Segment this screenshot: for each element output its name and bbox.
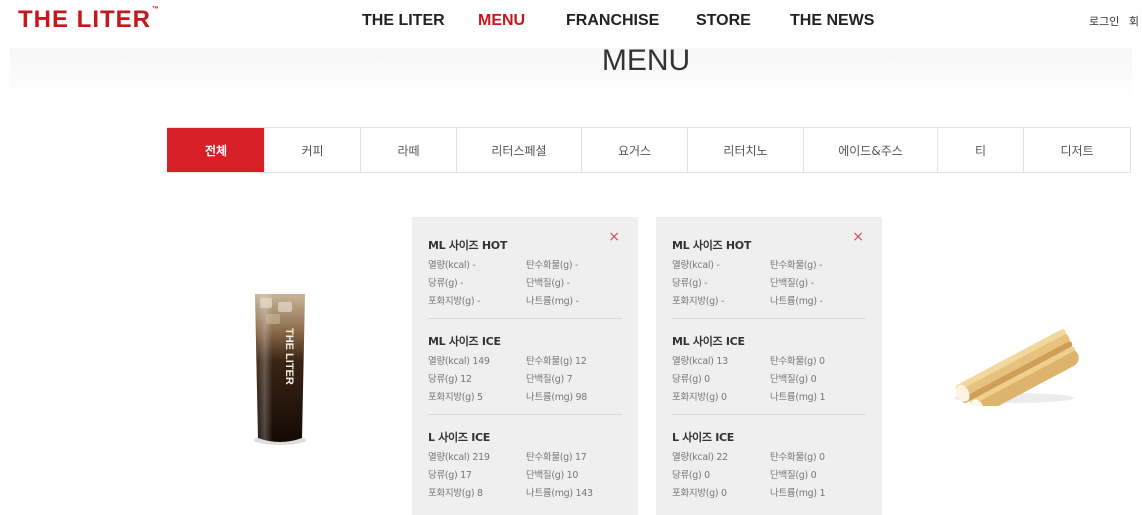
tab-tea[interactable]: 티: [937, 128, 1023, 172]
product-churro-image[interactable]: [944, 326, 1084, 415]
nutrition-section: ML 사이즈 ICE 열량(kcal) 13 탄수화물(g) 0 당류(g) 0단…: [672, 333, 866, 403]
product-iced-coffee-image[interactable]: THE LITER: [248, 288, 312, 448]
nutrition-row: 포화지방(g) 8 나트륨(mg) 143: [428, 488, 593, 499]
nutrition-row: 열량(kcal) 13 탄수화물(g) 0: [672, 356, 825, 367]
tab-liter-special[interactable]: 리터스페셜: [456, 128, 581, 172]
section-title: ML 사이즈 HOT: [672, 239, 752, 252]
nav-item-franchise[interactable]: FRANCHISE: [566, 12, 659, 30]
tab-latte[interactable]: 라떼: [360, 128, 456, 172]
tab-ade-juice[interactable]: 에이드&주스: [803, 128, 937, 172]
nutrition-section: ML 사이즈 HOT 열량(kcal) - 탄수화물(g) - 당류(g) - 단백…: [428, 237, 622, 307]
signup-link[interactable]: 회: [1129, 15, 1139, 28]
brand-logo[interactable]: THE LITER™: [18, 6, 160, 34]
nutrition-panel: × ML 사이즈 HOT 열량(kcal) - 탄수화물(g) - 당류(g) -…: [656, 217, 882, 515]
section-title: ML 사이즈 ICE: [672, 335, 745, 348]
divider: [672, 318, 866, 319]
nutrition-section: ML 사이즈 HOT 열량(kcal) - 탄수화물(g) - 당류(g) - 단백…: [672, 237, 866, 307]
nav-item-the-news[interactable]: THE NEWS: [790, 12, 874, 30]
nutrition-row: 포화지방(g) - 나트륨(mg) -: [672, 296, 823, 307]
nutrition-row: 열량(kcal) - 탄수화물(g) -: [428, 260, 579, 271]
cup-print-text: THE LITER: [283, 328, 295, 385]
nutrition-row: 포화지방(g) 0 나트륨(mg) 1: [672, 488, 826, 499]
menu-category-tabs: 전체 커피 라떼 리터스페셜 요거스 리터치노 에이드&주스 티 디저트: [167, 127, 1131, 173]
nutrition-row: 당류(g) - 단백질(g) -: [672, 278, 814, 289]
login-link[interactable]: 로그인: [1089, 15, 1119, 28]
tab-all[interactable]: 전체: [167, 128, 264, 172]
nutrition-section: ML 사이즈 ICE 열량(kcal) 149 탄수화물(g) 12 당류(g) …: [428, 333, 622, 403]
nutrition-row: 열량(kcal) 149 탄수화물(g) 12: [428, 356, 587, 367]
nutrition-panel: × ML 사이즈 HOT 열량(kcal) - 탄수화물(g) - 당류(g) -…: [412, 217, 638, 515]
divider: [428, 318, 622, 319]
site-header: THE LITER™ THE LITER MENU FRANCHISE STOR…: [0, 0, 1142, 44]
tab-coffee[interactable]: 커피: [264, 128, 360, 172]
nav-item-menu[interactable]: MENU: [478, 12, 525, 30]
section-title: ML 사이즈 ICE: [428, 335, 501, 348]
churro-icon: [954, 329, 1079, 415]
nutrition-row: 당류(g) - 단백질(g) -: [428, 278, 570, 289]
tab-yogurt[interactable]: 요거스: [581, 128, 687, 172]
nutrition-row: 포화지방(g) 5 나트륨(mg) 98: [428, 392, 588, 403]
nutrition-row: 당류(g) 0 단백질(g) 0: [672, 374, 817, 385]
nutrition-row: 당류(g) 0 단백질(g) 0: [672, 470, 817, 481]
iced-coffee-cup-icon: THE LITER: [254, 294, 306, 445]
page-title: MENU: [601, 44, 691, 77]
nutrition-row: 열량(kcal) 22 탄수화물(g) 0: [672, 452, 825, 463]
nutrition-section: L 사이즈 ICE 열량(kcal) 22 탄수화물(g) 0 당류(g) 0 단백…: [672, 429, 866, 499]
nutrition-row: 포화지방(g) 0 나트륨(mg) 1: [672, 392, 826, 403]
nutrition-row: 당류(g) 12 단백질(g) 7: [428, 374, 573, 385]
nutrition-row: 열량(kcal) - 탄수화물(g) -: [672, 260, 823, 271]
nutrition-section: L 사이즈 ICE 열량(kcal) 219 탄수화물(g) 17 당류(g) 1…: [428, 429, 622, 499]
section-title: ML 사이즈 HOT: [428, 239, 508, 252]
section-title: L 사이즈 ICE: [428, 431, 491, 444]
divider: [428, 414, 622, 415]
nav-item-the-liter[interactable]: THE LITER: [362, 12, 445, 30]
nav-item-store[interactable]: STORE: [696, 12, 751, 30]
tab-litercino[interactable]: 리터치노: [687, 128, 803, 172]
util-links: 로그인 회: [1089, 13, 1139, 29]
nutrition-row: 열량(kcal) 219 탄수화물(g) 17: [428, 452, 587, 463]
divider: [672, 414, 866, 415]
section-title: L 사이즈 ICE: [672, 431, 735, 444]
nutrition-row: 포화지방(g) - 나트륨(mg) -: [428, 296, 579, 307]
nutrition-row: 당류(g) 17 단백질(g) 10: [428, 470, 579, 481]
tab-dessert[interactable]: 디저트: [1023, 128, 1130, 172]
